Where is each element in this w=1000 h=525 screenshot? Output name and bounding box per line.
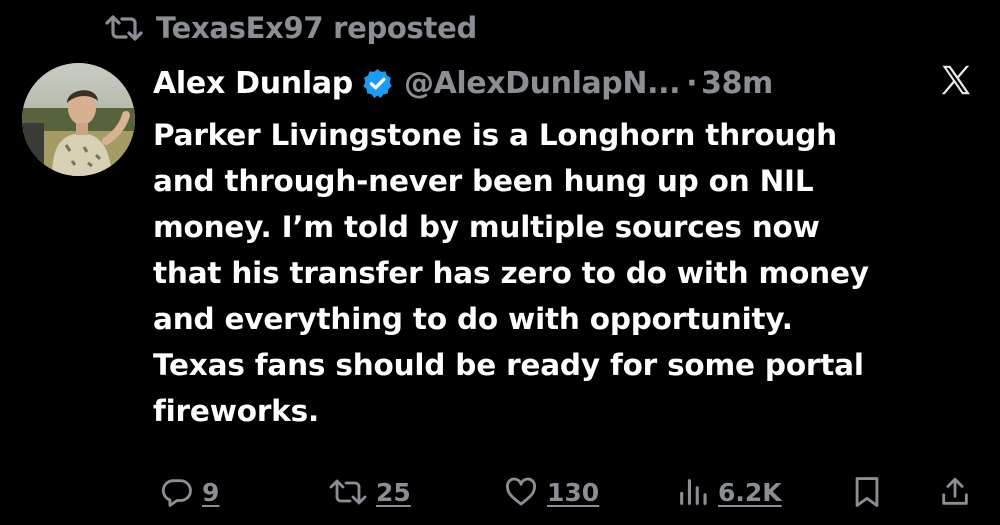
views-count: 6.2K [718,477,782,507]
repost-indicator[interactable]: TexasEx97 reposted [104,8,477,48]
tweet-text-line: Parker Livingstone is a Longhorn through [153,118,837,152]
x-logo-icon [938,62,974,98]
tweet-text-line: that his transfer has zero to do with mo… [153,256,869,290]
bookmark-button[interactable] [852,470,882,514]
share-icon [938,475,972,509]
views-button[interactable]: 6.2K [676,470,782,514]
bookmark-icon [852,475,882,509]
views-chart-icon [676,475,710,509]
tweet-timestamp[interactable]: 38m [701,66,773,101]
tweet-text: Parker Livingstone is a Longhorn through… [153,112,983,434]
reply-count: 9 [202,477,220,507]
author-handle[interactable]: @AlexDunlapN... [404,66,681,101]
like-button[interactable]: 130 [503,470,599,514]
repost-icon [104,13,144,43]
action-bar: 9 25 130 6.2K [0,470,1000,518]
tweet-text-line: Texas fans should be ready for some port… [153,348,864,382]
tweet-text-line: and through-never been hung up on NIL [153,164,814,198]
reply-button[interactable]: 9 [160,470,219,514]
like-count: 130 [547,477,600,507]
share-button[interactable] [938,470,972,514]
verified-badge-icon [361,67,394,100]
repost-button[interactable]: 25 [328,470,411,514]
tweet-text-line: fireworks. [153,394,319,428]
separator-dot: · [686,65,698,101]
heart-icon [503,475,539,509]
reply-icon [160,475,194,509]
avatar-photo [22,63,135,176]
repost-icon [328,476,368,508]
avatar[interactable] [22,63,135,176]
author-name[interactable]: Alex Dunlap [153,66,353,101]
tweet-text-line: and everything to do with opportunity. [153,302,793,336]
repost-text: TexasEx97 reposted [156,11,477,45]
repost-count: 25 [376,477,411,507]
tweet-header: Alex Dunlap @AlexDunlapN... · 38m [153,60,773,106]
tweet-text-line: money. I’m told by multiple sources now [153,210,820,244]
